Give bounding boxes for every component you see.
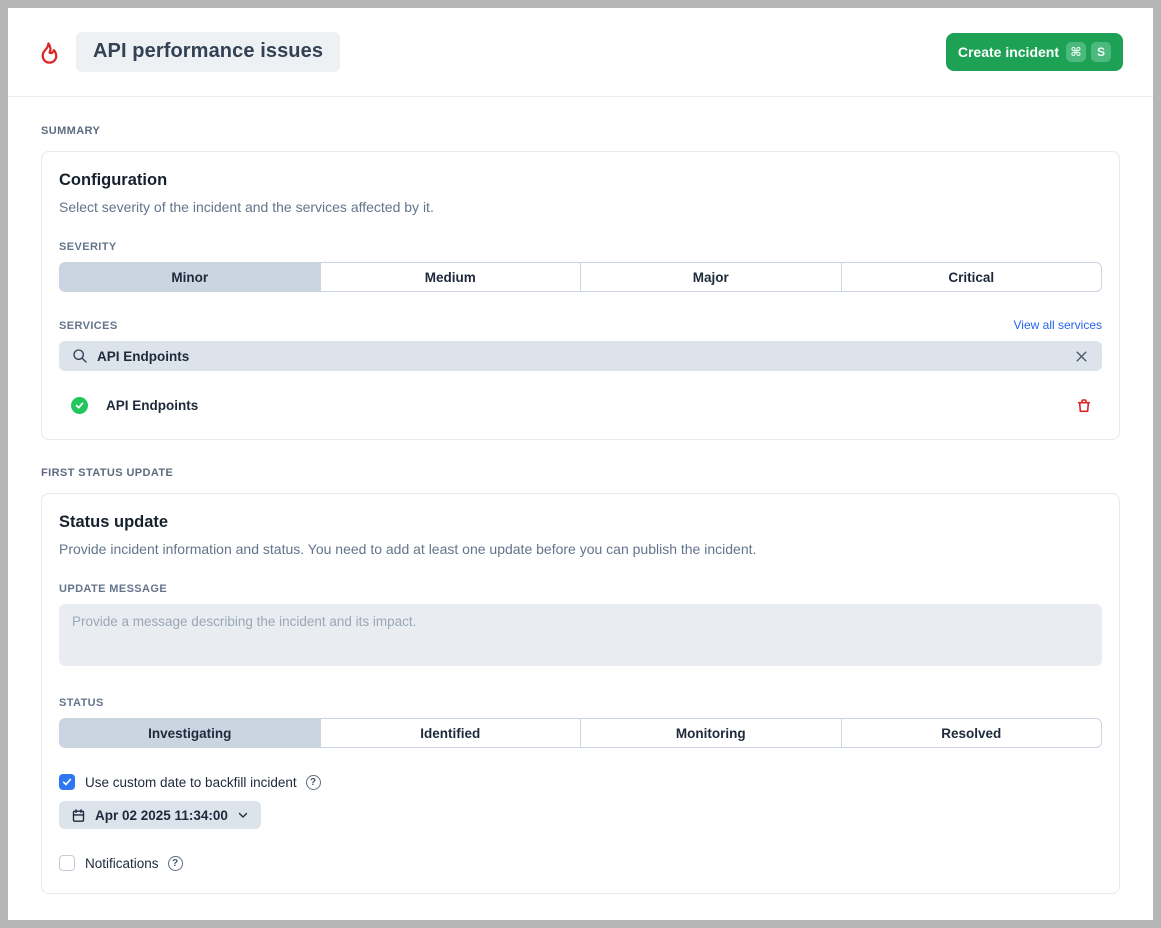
severity-option-minor[interactable]: Minor — [59, 262, 321, 292]
backfill-checkbox-row[interactable]: Use custom date to backfill incident ? — [59, 774, 1102, 790]
main-content: SUMMARY Configuration Select severity of… — [8, 97, 1153, 920]
clear-search-icon[interactable] — [1074, 349, 1089, 364]
status-update-subtitle: Provide incident information and status.… — [59, 541, 757, 557]
severity-option-major[interactable]: Major — [580, 262, 842, 292]
create-incident-label: Create incident — [957, 44, 1059, 60]
severity-label: SEVERITY — [59, 241, 117, 253]
services-search-box — [59, 341, 1102, 371]
severity-option-medium[interactable]: Medium — [319, 262, 581, 292]
chevron-down-icon — [238, 812, 248, 818]
status-option-monitoring[interactable]: Monitoring — [580, 718, 842, 748]
severity-segmented-control: Minor Medium Major Critical — [59, 262, 1102, 292]
page-header: API performance issues Create incident ⌘… — [8, 8, 1153, 97]
status-option-resolved[interactable]: Resolved — [840, 718, 1102, 748]
severity-option-critical[interactable]: Critical — [840, 262, 1102, 292]
configuration-card: Configuration Select severity of the inc… — [41, 151, 1120, 440]
status-update-title: Status update — [59, 513, 169, 531]
backfill-help-icon[interactable]: ? — [305, 774, 321, 790]
notifications-checkbox-row[interactable]: Notifications ? — [59, 855, 1102, 871]
notifications-checkbox[interactable] — [59, 855, 75, 871]
update-message-label: UPDATE MESSAGE — [59, 583, 168, 595]
notifications-help-icon[interactable]: ? — [167, 855, 183, 871]
kbd-s: S — [1091, 42, 1111, 62]
update-message-textarea[interactable] — [59, 604, 1102, 666]
flame-icon — [41, 41, 58, 64]
status-label: STATUS — [59, 697, 104, 709]
kbd-cmd: ⌘ — [1066, 42, 1086, 62]
create-incident-button[interactable]: Create incident ⌘ S — [945, 33, 1123, 71]
calendar-icon — [72, 808, 85, 822]
summary-section-label: SUMMARY — [41, 125, 101, 137]
backfill-checkbox[interactable] — [59, 774, 75, 790]
configuration-subtitle: Select severity of the incident and the … — [59, 199, 434, 215]
incident-create-page: API performance issues Create incident ⌘… — [8, 8, 1153, 920]
incident-title-input[interactable]: API performance issues — [76, 32, 341, 72]
status-option-identified[interactable]: Identified — [319, 718, 581, 748]
backfill-date-value: Apr 02 2025 11:34:00 — [95, 807, 228, 823]
view-all-services-link[interactable]: View all services — [1014, 318, 1102, 332]
remove-service-button[interactable] — [1076, 398, 1092, 414]
status-update-card: Status update Provide incident informati… — [41, 493, 1120, 894]
service-name: API Endpoints — [106, 398, 199, 413]
search-icon — [73, 349, 87, 363]
notifications-checkbox-label: Notifications — [85, 855, 159, 871]
trash-icon — [1077, 398, 1091, 412]
first-status-update-label: FIRST STATUS UPDATE — [41, 467, 174, 479]
service-operational-icon — [71, 397, 88, 414]
services-label: SERVICES — [59, 320, 118, 332]
services-search-input[interactable] — [97, 348, 1065, 364]
selected-service-row: API Endpoints — [71, 397, 1092, 414]
status-option-investigating[interactable]: Investigating — [59, 718, 321, 748]
configuration-title: Configuration — [59, 171, 168, 189]
status-segmented-control: Investigating Identified Monitoring Reso… — [59, 718, 1102, 748]
backfill-date-picker[interactable]: Apr 02 2025 11:34:00 — [59, 801, 261, 829]
backfill-checkbox-label: Use custom date to backfill incident — [85, 774, 297, 790]
